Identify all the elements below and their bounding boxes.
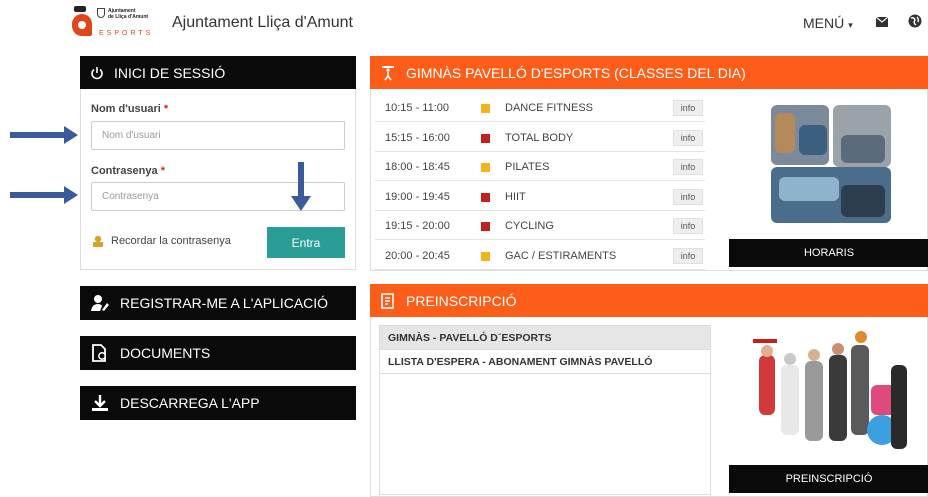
class-time: 20:00 - 20:45 [385,249,450,262]
arrow-right-icon [10,126,78,144]
username-input[interactable] [91,121,345,150]
download-icon [92,395,108,411]
class-info-button[interactable]: info [673,218,703,234]
site-title[interactable]: Ajuntament Lliça d'Amunt [172,14,353,32]
login-title: INICI DE SESSIÓ [114,64,226,81]
gym-header: GIMNÀS PAVELLÓ D'ESPORTS (CLASSES DEL DI… [370,56,928,89]
preinscription-list: GIMNÀS - PAVELLÓ D´ESPORTS LLISTA D'ESPE… [379,325,711,495]
download-app-label: DESCARREGA L'APP [120,395,260,411]
class-info-button[interactable]: info [673,129,703,146]
gym-title: GIMNÀS PAVELLÓ D'ESPORTS (CLASSES DEL DI… [406,64,746,81]
list-item[interactable]: LLISTA D'ESPERA - ABONAMENT GIMNÀS PAVEL… [380,350,710,374]
logo-mark [70,6,94,36]
class-info-button[interactable]: info [673,247,703,264]
list-group-header: GIMNÀS - PAVELLÓ D´ESPORTS [380,326,710,350]
power-icon [91,66,103,79]
gym-photo-collage [771,105,891,223]
crest-icon [97,8,105,18]
login-panel: INICI DE SESSIÓ Nom d'usuari * Contrasen… [80,56,356,270]
logo-esports: ESPORTS [99,30,154,37]
class-time: 10:15 - 11:00 [385,102,450,114]
gym-classes-panel: GIMNÀS PAVELLÓ D'ESPORTS (CLASSES DEL DI… [370,56,928,271]
password-label: Contrasenya * [91,165,165,177]
key-icon [93,235,103,247]
class-name: TOTAL BODY [505,131,574,144]
fitness-group-photo [751,325,911,459]
class-name: PILATES [505,161,550,173]
remember-password-link[interactable]: Recordar la contrasenya [91,235,231,247]
download-app-button[interactable]: DESCARREGA L'APP [80,386,356,420]
class-name: GAC / ESTIRAMENTS [505,249,617,262]
arrow-down-icon [291,162,311,211]
register-label: REGISTRAR-ME A L'APLICACIÓ [120,295,329,311]
class-info-button[interactable]: info [673,188,703,205]
arrow-right-icon [10,186,78,204]
class-name: DANCE FITNESS [505,102,594,114]
class-color-marker [481,104,490,113]
form-icon [381,292,394,309]
register-button[interactable]: REGISTRAR-ME A L'APLICACIÓ [80,286,356,320]
class-color-marker [481,163,490,172]
logo-text: Ajuntament de Lliça d'Amunt [108,8,149,20]
class-name: CYCLING [505,220,554,232]
document-icon [92,344,106,362]
class-time: 19:00 - 19:45 [385,190,450,203]
preinscription-title: PREINSCRIPCIÓ [406,292,517,309]
class-name: HIIT [505,190,526,203]
login-header: INICI DE SESSIÓ [80,56,356,89]
class-row: 18:00 - 18:45 PILATES info [375,153,705,181]
menu-dropdown[interactable]: MENÚ ▾ [803,15,853,31]
class-color-marker [481,133,490,143]
class-color-marker [481,192,490,202]
top-header: Ajuntament de Lliça d'Amunt ESPORTS Ajun… [0,0,928,48]
documents-button[interactable]: DOCUMENTS [80,336,356,370]
schedule-button[interactable]: HORARIS [729,239,928,267]
remember-password-label: Recordar la contrasenya [111,235,231,247]
class-time: 18:00 - 18:45 [385,161,450,173]
mail-icon[interactable] [876,17,888,27]
globe-icon[interactable] [908,14,922,28]
class-row: 15:15 - 16:00 TOTAL BODY info [375,124,705,152]
documents-label: DOCUMENTS [120,345,211,361]
class-row: 20:00 - 20:45 GAC / ESTIRAMENTS info [375,242,705,270]
preinscription-button[interactable]: PREINSCRIPCIÓ [729,465,928,493]
class-time: 19:15 - 20:00 [385,220,450,232]
preinscription-panel: PREINSCRIPCIÓ GIMNÀS - PAVELLÓ D´ESPORTS… [370,284,928,497]
class-time: 15:15 - 16:00 [385,131,450,144]
logo[interactable]: Ajuntament de Lliça d'Amunt ESPORTS [70,6,162,40]
class-row: 19:00 - 19:45 HIIT info [375,183,705,211]
preinscription-header: PREINSCRIPCIÓ [370,284,928,317]
gym-figure-icon [382,65,394,80]
class-info-button[interactable]: info [673,100,703,116]
class-color-marker [481,222,490,231]
class-row: 10:15 - 11:00 DANCE FITNESS info [375,94,705,122]
class-row: 19:15 - 20:00 CYCLING info [375,212,705,240]
caret-down-icon: ▾ [848,20,853,30]
username-label: Nom d'usuari * [91,103,169,115]
user-add-icon [91,295,109,311]
enter-button[interactable]: Entra [267,227,345,258]
class-info-button[interactable]: info [673,159,703,175]
menu-label: MENÚ [803,15,845,31]
class-color-marker [481,251,490,261]
